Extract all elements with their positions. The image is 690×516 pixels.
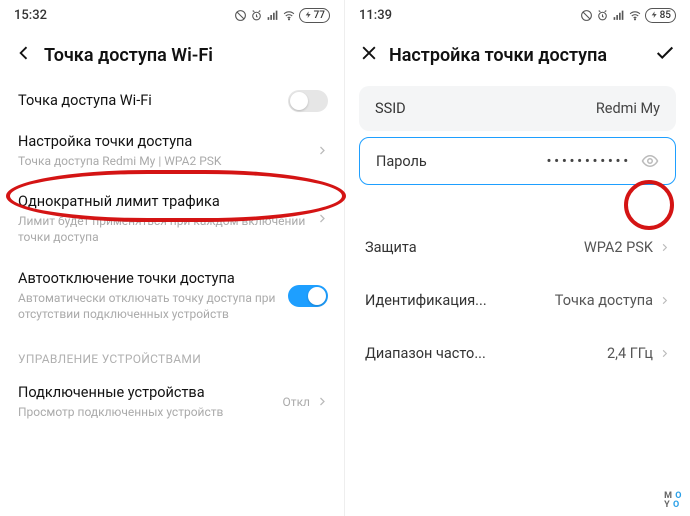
row-traffic-limit[interactable]: Однократный лимит трафика Лимит будет пр…	[0, 181, 344, 257]
page-title-right: Настройка точки доступа	[389, 45, 654, 66]
row-hotspot-toggle[interactable]: Точка доступа Wi-Fi	[0, 80, 344, 121]
row-setup[interactable]: Настройка точки доступа Точка доступа Re…	[0, 121, 344, 181]
section-devices-label: УПРАВЛЕНИЕ УСТРОЙСТВАМИ	[0, 334, 344, 372]
signal-icon	[266, 9, 279, 22]
screen-hotspot-setup: 11:39 85 Настройка точки доступа	[345, 0, 690, 516]
devices-value: Откл	[283, 395, 310, 409]
status-icons-right: 85	[580, 8, 676, 23]
auto-off-toggle[interactable]	[288, 285, 328, 307]
status-icons-left: 77	[234, 8, 330, 23]
chevron-right-icon	[316, 142, 328, 161]
chevron-right-icon	[659, 295, 670, 306]
screen-hotspot-main: 15:32 77 Точка доступа Wi-Fi Точка досту…	[0, 0, 345, 516]
eye-icon[interactable]	[641, 152, 659, 170]
band-value: 2,4 ГГц	[607, 345, 653, 362]
ident-value: Точка доступа	[555, 292, 653, 309]
header-right: Настройка точки доступа	[345, 30, 690, 80]
signal-icon	[612, 9, 625, 22]
header-left: Точка доступа Wi-Fi	[0, 30, 344, 80]
row-security[interactable]: Защита WPA2 PSK	[345, 221, 690, 274]
row-auto-off[interactable]: Автоотключение точки доступа Автоматичес…	[0, 258, 344, 334]
status-time: 15:32	[14, 8, 47, 23]
chevron-right-icon	[316, 393, 328, 412]
status-time: 11:39	[359, 8, 392, 23]
ssid-field[interactable]: SSID Redmi My	[359, 86, 676, 131]
chevron-right-icon	[316, 210, 328, 229]
battery-indicator: 77	[299, 8, 330, 23]
row-identification[interactable]: Идентификация... Точка доступа	[345, 274, 690, 327]
row-connected-devices[interactable]: Подключенные устройства Просмотр подключ…	[0, 372, 344, 432]
status-bar-right: 11:39 85	[345, 0, 690, 30]
battery-indicator: 85	[645, 8, 676, 23]
confirm-icon[interactable]	[654, 42, 676, 68]
back-icon[interactable]	[14, 43, 34, 67]
password-value: •••••••••••	[547, 154, 631, 169]
security-value: WPA2 PSK	[584, 239, 653, 256]
ssid-value: Redmi My	[596, 100, 660, 117]
moyo-logo: M OY O	[664, 492, 682, 510]
alarm-icon	[596, 9, 609, 22]
dnd-icon	[234, 9, 247, 22]
row-band[interactable]: Диапазон часто... 2,4 ГГц	[345, 327, 690, 380]
page-title-left: Точка доступа Wi-Fi	[44, 45, 330, 66]
close-icon[interactable]	[359, 43, 379, 67]
alarm-icon	[250, 9, 263, 22]
hotspot-toggle[interactable]	[288, 90, 328, 112]
status-bar-left: 15:32 77	[0, 0, 344, 30]
dnd-icon	[580, 9, 593, 22]
chevron-right-icon	[659, 348, 670, 359]
password-field[interactable]: Пароль •••••••••••	[359, 137, 676, 185]
wifi-icon	[628, 9, 642, 22]
chevron-right-icon	[659, 242, 670, 253]
wifi-icon	[282, 9, 296, 22]
